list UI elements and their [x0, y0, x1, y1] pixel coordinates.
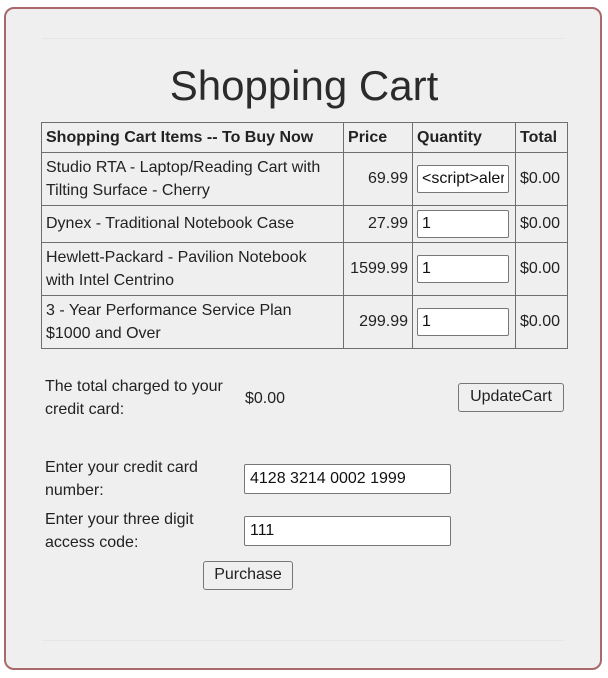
item-price: 27.99	[343, 205, 414, 243]
total-charged-label: The total charged to your credit card:	[45, 378, 223, 418]
header-price: Price	[343, 122, 414, 153]
quantity-cell	[412, 152, 516, 206]
quantity-input[interactable]	[417, 255, 510, 283]
header-quantity: Quantity	[412, 122, 516, 153]
quantity-cell	[412, 205, 516, 243]
cart-table: Shopping Cart Items -- To Buy Now Price …	[40, 122, 568, 349]
total-charged-value: $0.00	[245, 390, 286, 407]
item-name: Studio RTA - Laptop/Reading Cart with Ti…	[40, 152, 345, 206]
page-title: Shopping Cart	[169, 62, 439, 109]
item-total: $0.00	[515, 205, 568, 243]
quantity-cell	[412, 242, 516, 296]
item-total: $0.00	[515, 152, 568, 206]
card-number-input[interactable]	[244, 464, 451, 494]
purchase-button[interactable]: Purchase	[203, 561, 293, 590]
bottom-divider	[42, 640, 564, 641]
item-price: 69.99	[343, 152, 414, 206]
header-items: Shopping Cart Items -- To Buy Now	[40, 122, 345, 153]
quantity-cell	[412, 295, 516, 349]
quantity-input[interactable]	[417, 210, 510, 238]
item-name: 3 - Year Performance Service Plan $1000 …	[40, 295, 345, 349]
item-total: $0.00	[515, 242, 568, 296]
access-code-label: Enter your three digit access code:	[45, 511, 194, 551]
table-header-row: Shopping Cart Items -- To Buy Now Price …	[40, 122, 568, 153]
table-row: Studio RTA - Laptop/Reading Cart with Ti…	[40, 152, 568, 206]
top-divider	[42, 38, 564, 39]
item-price: 1599.99	[343, 242, 414, 296]
update-cart-button[interactable]: UpdateCart	[458, 383, 564, 412]
item-name: Dynex - Traditional Notebook Case	[40, 205, 345, 243]
quantity-input[interactable]	[417, 308, 510, 336]
card-number-label: Enter your credit card number:	[45, 459, 198, 499]
quantity-input[interactable]	[417, 165, 510, 193]
item-price: 299.99	[343, 295, 414, 349]
item-total: $0.00	[515, 295, 568, 349]
item-name: Hewlett-Packard - Pavilion Notebook with…	[40, 242, 345, 296]
header-total: Total	[515, 122, 568, 153]
access-code-input[interactable]	[244, 516, 451, 546]
table-row: Hewlett-Packard - Pavilion Notebook with…	[40, 242, 568, 296]
table-row: 3 - Year Performance Service Plan $1000 …	[40, 295, 568, 349]
table-row: Dynex - Traditional Notebook Case 27.99 …	[40, 205, 568, 243]
